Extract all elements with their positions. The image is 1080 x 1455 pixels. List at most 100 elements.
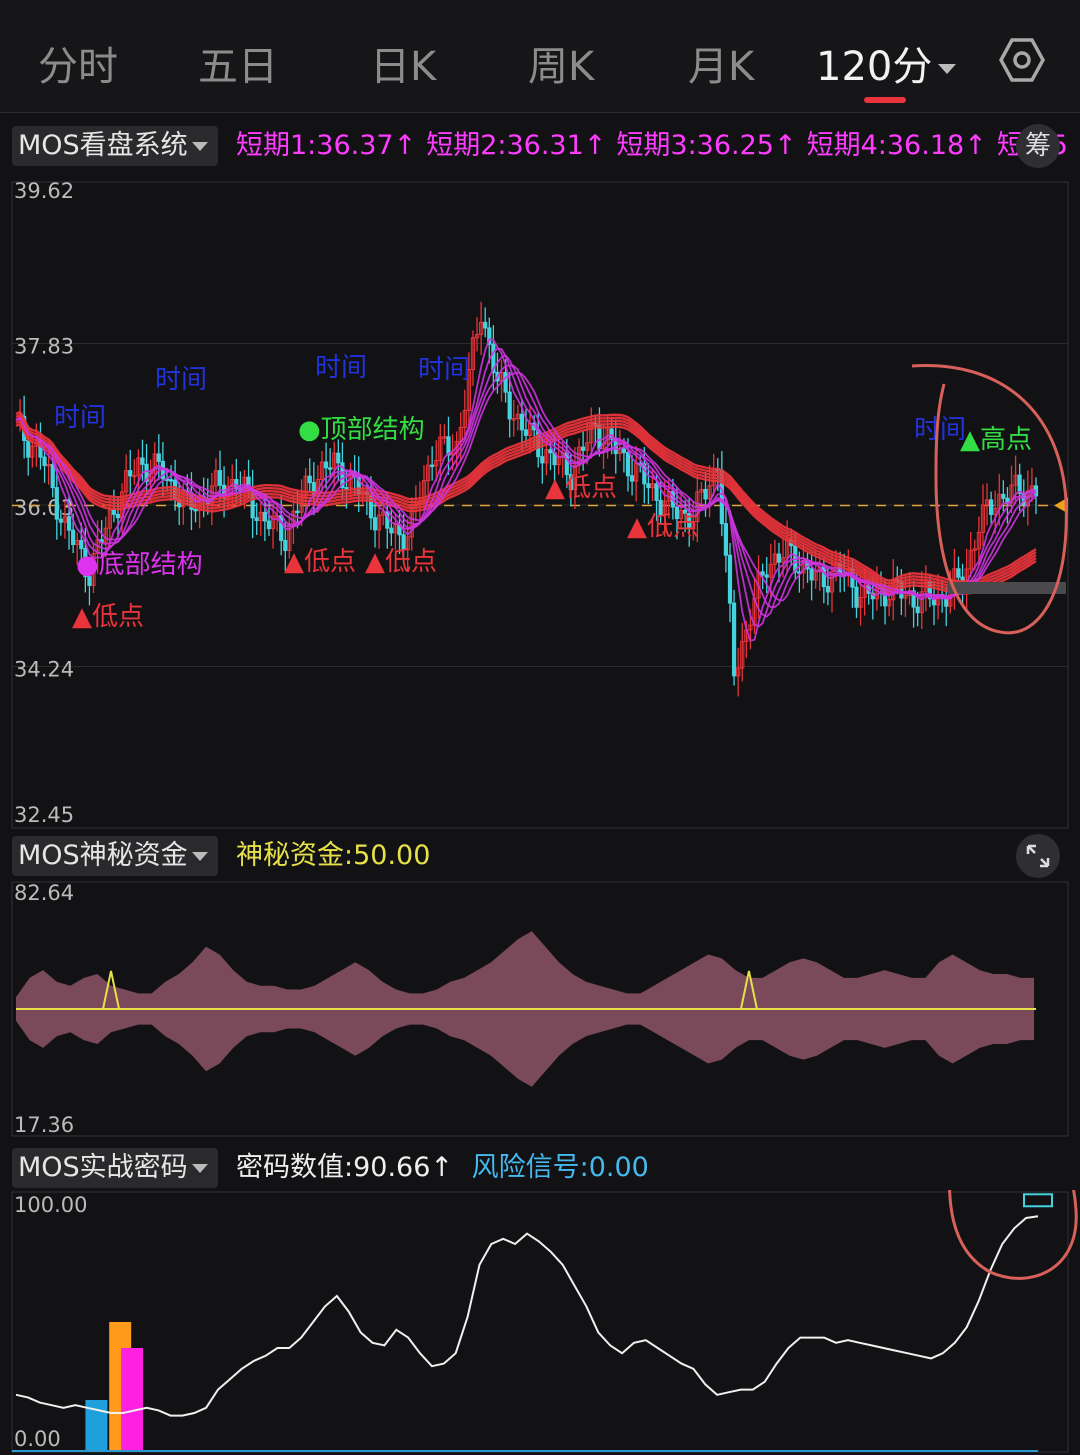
bottom-panel-header: MOS实战密码 密码数值:90.66↑ 风险信号:0.00	[0, 1144, 1080, 1192]
candle-body	[156, 453, 161, 462]
chart-annotation: ▲低点	[545, 473, 617, 503]
candle-body	[26, 439, 31, 458]
chart-annotation: 时间	[315, 353, 367, 383]
y-tick-label: 100.00	[14, 1193, 87, 1217]
mid-indicator-name: MOS神秘资金	[18, 840, 188, 871]
candle-body	[854, 586, 859, 608]
y-tick-label: 34.24	[14, 658, 74, 682]
candle-body	[372, 517, 378, 531]
hand-drawn-circle	[948, 1190, 1078, 1280]
candle-body	[727, 554, 733, 604]
chart-annotation: 时间	[54, 403, 106, 433]
signal-bar	[121, 1348, 144, 1452]
candle-body	[140, 457, 145, 465]
chart-annotation: ▲低点	[365, 547, 437, 577]
y-tick-label: 0.00	[14, 1427, 61, 1451]
candle-body	[430, 464, 435, 468]
tab-five-day[interactable]: 五日	[198, 34, 278, 92]
candle-body	[54, 487, 59, 520]
main-indicator-name: MOS看盘系统	[18, 130, 188, 161]
candle-body	[646, 483, 651, 489]
ma-value-3: 短期3:36.25↑	[616, 130, 797, 161]
mid-indicator-value: 神秘资金:50.00	[236, 840, 431, 871]
candle-body	[597, 425, 602, 450]
tab-120min-label: 120分	[816, 44, 933, 90]
tab-daily-k[interactable]: 日K	[370, 34, 436, 92]
mid-indicator-select[interactable]: MOS神秘资金	[12, 836, 218, 876]
chart-annotation: ▲高点	[960, 425, 1032, 455]
chart-annotation: ▲低点	[72, 602, 144, 632]
candle-body	[323, 461, 329, 469]
candle-body	[79, 540, 84, 550]
price-zone-bar	[948, 582, 1066, 594]
chart-annotation: ●底部结构	[76, 550, 203, 580]
candle-body	[548, 449, 553, 454]
candle-body	[703, 488, 708, 500]
code-value: 密码数值:90.66↑	[236, 1152, 454, 1183]
chart-annotation: 时间	[418, 355, 470, 385]
candle-body	[1001, 493, 1006, 499]
expand-arrows-icon	[1026, 844, 1050, 868]
candle-body	[42, 456, 47, 467]
candle-body	[519, 413, 525, 431]
candle-body	[507, 391, 512, 420]
y-tick-label: 32.45	[14, 803, 74, 827]
candle-body	[128, 470, 133, 477]
bottom-indicator-select[interactable]: MOS实战密码	[12, 1148, 218, 1188]
candle-body	[776, 553, 782, 563]
expand-icon[interactable]	[1016, 834, 1060, 878]
candle-body	[193, 508, 198, 512]
period-tabs: 分时 五日 日K 周K 月K 120分	[0, 0, 1080, 113]
bottom-plot-frame	[11, 1191, 1069, 1453]
tab-120min[interactable]: 120分	[816, 34, 957, 92]
ma-value-2: 短期2:36.31↑	[426, 130, 607, 161]
y-tick-label: 37.83	[14, 335, 74, 359]
candle-body	[66, 516, 72, 531]
candle-body	[625, 452, 631, 477]
candle-body	[307, 475, 312, 484]
bottom-indicator-values: 密码数值:90.66↑ 风险信号:0.00	[236, 1148, 649, 1188]
candle-body	[764, 574, 769, 578]
chip-distribution-button[interactable]: 筹	[1016, 124, 1060, 168]
candle-body	[915, 606, 920, 614]
candle-body	[723, 523, 729, 556]
candle-body	[629, 475, 635, 482]
candle-body	[58, 518, 63, 523]
candle-body	[581, 446, 586, 451]
candle-body	[523, 429, 529, 436]
candle-body	[262, 511, 267, 522]
candle-body	[115, 513, 121, 519]
main-indicator-select[interactable]: MOS看盘系统	[12, 126, 218, 166]
candle-body	[503, 371, 508, 393]
active-tab-indicator	[864, 97, 906, 103]
settings-icon[interactable]	[998, 36, 1046, 84]
combat-code-chart[interactable]: 100.00 0.00	[0, 1190, 1080, 1455]
tab-weekly-k[interactable]: 周K	[528, 34, 594, 92]
chart-annotation: ▲低点	[627, 512, 699, 542]
candlestick-chart[interactable]: 39.6237.8336.0334.2432.45时间 时间 时间时间 时间●顶部结构…	[0, 170, 1080, 830]
mystery-fund-chart[interactable]: 82.64 17.36	[0, 878, 1080, 1140]
risk-signal: 风险信号:0.00	[471, 1152, 649, 1183]
candle-body	[217, 470, 223, 486]
candle-body	[760, 571, 765, 576]
candle-body	[50, 463, 55, 489]
bottom-indicator-name: MOS实战密码	[18, 1152, 188, 1183]
candle-body	[344, 487, 349, 490]
mid-panel-header: MOS神秘资金 神秘资金:50.00	[0, 832, 1080, 880]
candle-body	[540, 456, 545, 464]
tab-monthly-k[interactable]: 月K	[688, 34, 754, 92]
candle-body	[483, 321, 488, 329]
y-tick-label: 17.36	[14, 1113, 74, 1137]
tab-intraday[interactable]: 分时	[38, 34, 118, 92]
candle-body	[731, 602, 737, 677]
ma-value-4: 短期4:36.18↑	[806, 130, 987, 161]
candle-body	[336, 452, 341, 464]
candle-body	[168, 479, 174, 482]
candle-body	[295, 510, 300, 514]
candle-body	[621, 448, 627, 454]
candle-body	[389, 527, 394, 534]
candle-body	[654, 483, 659, 501]
candle-body	[111, 509, 117, 515]
chevron-down-icon	[191, 852, 208, 861]
candle-body	[989, 499, 994, 515]
